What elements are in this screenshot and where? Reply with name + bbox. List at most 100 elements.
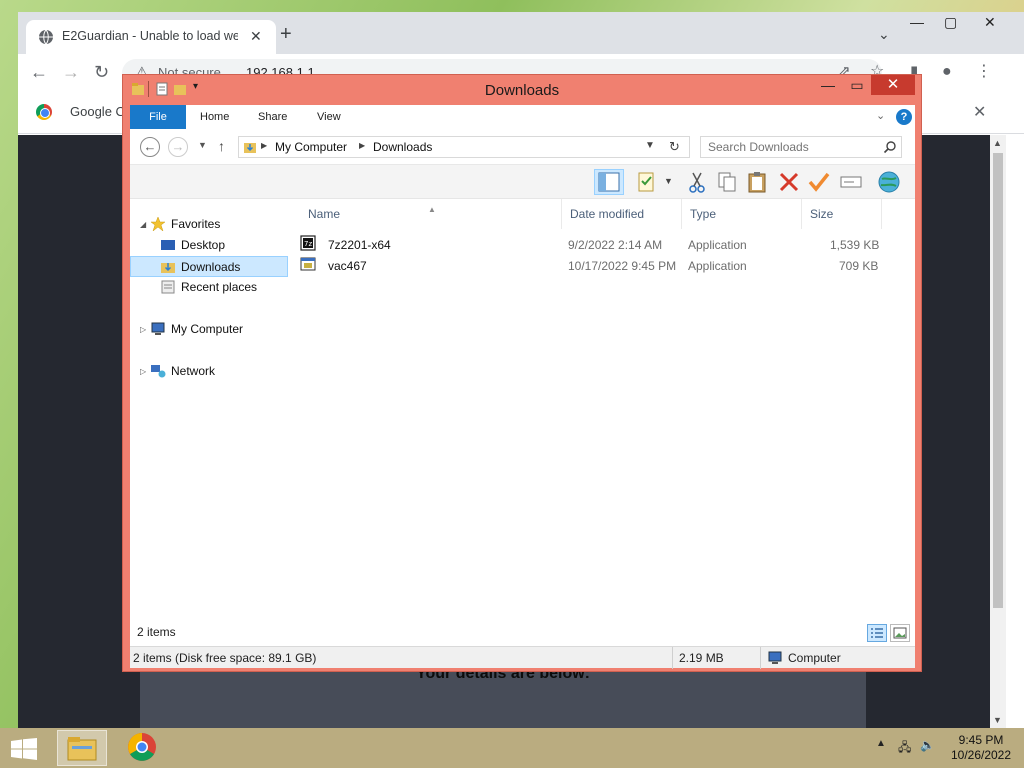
close-tab-icon[interactable]: ✕ xyxy=(250,28,262,45)
volume-icon[interactable]: 🔈 xyxy=(920,738,935,752)
maximize-icon[interactable]: ▢ xyxy=(944,14,957,31)
taskbar-file-explorer[interactable] xyxy=(57,730,107,766)
nav-downloads[interactable]: Downloads xyxy=(130,256,288,277)
nav-network[interactable]: ▷ Network xyxy=(130,361,288,382)
window-title: Downloads xyxy=(484,82,560,99)
chevron-down-icon[interactable]: ⌄ xyxy=(878,26,890,43)
breadcrumb-downloads[interactable]: Downloads xyxy=(373,140,432,154)
close-window-icon[interactable]: ✕ xyxy=(984,14,996,31)
network-tray-icon[interactable]: 🖧 xyxy=(898,738,911,759)
explorer-window: ▾ Downloads — ▭ ✕ File Home Share View ⌄… xyxy=(122,74,922,672)
copy-button[interactable] xyxy=(714,169,740,195)
up-icon[interactable]: ↑ xyxy=(218,138,225,154)
breadcrumb-my-computer[interactable]: My Computer xyxy=(275,140,347,154)
globe-button[interactable] xyxy=(876,169,902,195)
tab-home[interactable]: Home xyxy=(200,105,229,129)
windows-start-icon[interactable] xyxy=(10,738,38,760)
chrome-tab-title: E2Guardian - Unable to load web xyxy=(62,29,238,43)
chevron-down-icon[interactable]: ⌄ xyxy=(876,109,885,122)
nav-favorites[interactable]: ◢ Favorites xyxy=(130,214,288,235)
nav-recent-places[interactable]: Recent places xyxy=(130,277,288,298)
maximize-icon[interactable]: ▭ xyxy=(843,77,871,97)
status-bar: 2 items (Disk free space: 89.1 GB) 2.19 … xyxy=(130,646,915,669)
ribbon-tabs: File Home Share View ⌄ ? xyxy=(130,105,915,129)
bookmark-item[interactable]: Google C xyxy=(70,104,125,119)
refresh-icon[interactable]: ↻ xyxy=(669,139,680,155)
chrome-tab[interactable]: E2Guardian - Unable to load web ✕ xyxy=(26,20,276,54)
details-view-button[interactable] xyxy=(867,624,887,642)
address-row: ← → ▼ ↑ ▶ My Computer ▶ Downloads ▼ ↻ xyxy=(130,129,915,165)
column-label: Size xyxy=(810,207,834,221)
cut-button[interactable] xyxy=(684,169,710,195)
back-icon[interactable]: ← xyxy=(140,137,160,157)
column-size[interactable]: Size xyxy=(802,199,882,229)
scroll-thumb[interactable] xyxy=(993,153,1003,608)
nav-my-computer[interactable]: ▷ My Computer xyxy=(130,319,288,340)
column-label: Date modified xyxy=(570,207,645,221)
clock-time: 9:45 PM xyxy=(958,733,1004,747)
clipboard-icon xyxy=(748,172,766,193)
minimize-icon[interactable]: — xyxy=(910,14,924,30)
scissors-icon xyxy=(689,172,705,193)
page-scrollbar[interactable]: ▲ ▼ xyxy=(990,135,1006,728)
file-type: Application xyxy=(688,238,747,252)
delete-icon xyxy=(779,172,799,192)
rename-icon xyxy=(840,176,862,188)
computer-icon xyxy=(768,651,782,664)
search-input[interactable] xyxy=(701,137,881,157)
chevron-down-icon[interactable]: ▼ xyxy=(645,140,655,151)
paste-button[interactable] xyxy=(744,169,770,195)
file-date: 10/17/2022 9:45 PM xyxy=(568,259,677,273)
tab-share[interactable]: Share xyxy=(258,105,287,129)
column-label: Type xyxy=(690,207,717,221)
collapsed-arrow-icon[interactable]: ▷ xyxy=(140,361,146,382)
layout-pane-icon xyxy=(598,172,620,192)
reload-icon[interactable]: ↻ xyxy=(94,62,109,82)
search-box[interactable] xyxy=(700,136,902,158)
close-window-icon[interactable]: ✕ xyxy=(871,75,915,95)
minimize-icon[interactable]: — xyxy=(813,77,843,97)
preview-pane-button[interactable] xyxy=(594,169,624,195)
network-icon xyxy=(151,365,166,378)
taskbar-chrome[interactable] xyxy=(118,730,168,766)
file-date: 9/2/2022 2:14 AM xyxy=(568,238,663,252)
check-button[interactable] xyxy=(806,169,832,195)
new-tab-button[interactable]: + xyxy=(280,24,292,44)
rename-button[interactable] xyxy=(838,169,864,195)
chevron-down-icon[interactable]: ▼ xyxy=(664,176,673,186)
nav-desktop[interactable]: Desktop xyxy=(130,235,288,256)
forward-icon[interactable]: → xyxy=(62,62,80,82)
explorer-title-bar[interactable]: ▾ Downloads — ▭ ✕ xyxy=(123,75,921,105)
column-type[interactable]: Type xyxy=(682,199,802,229)
collapsed-arrow-icon[interactable]: ▷ xyxy=(140,319,146,340)
7zip-installer-icon: 7z xyxy=(300,235,316,251)
forward-icon[interactable]: → xyxy=(168,137,188,157)
scroll-up-icon[interactable]: ▲ xyxy=(993,138,1002,148)
file-row[interactable]: 7z 7z2201-x64 9/2/2022 2:14 AM Applicati… xyxy=(300,235,915,256)
delete-button[interactable] xyxy=(776,169,802,195)
show-hidden-icons-icon[interactable]: ▲ xyxy=(876,738,886,749)
large-icons-view-button[interactable] xyxy=(890,624,910,642)
column-date-modified[interactable]: Date modified xyxy=(562,199,682,229)
address-bar[interactable]: ▶ My Computer ▶ Downloads ▼ ↻ xyxy=(238,136,690,158)
help-icon[interactable]: ? xyxy=(896,109,912,125)
scroll-down-icon[interactable]: ▼ xyxy=(993,715,1002,725)
tab-file[interactable]: File xyxy=(130,105,186,129)
breadcrumb-separator-icon[interactable]: ▶ xyxy=(359,141,365,150)
recent-places-icon xyxy=(161,280,175,294)
menu-icon[interactable]: ⋮ xyxy=(976,62,992,82)
properties-button[interactable] xyxy=(634,169,660,195)
close-icon[interactable]: ✕ xyxy=(973,102,986,122)
search-icon[interactable] xyxy=(883,140,897,154)
column-name[interactable]: Name ▲ xyxy=(300,199,562,229)
tab-view[interactable]: View xyxy=(317,105,341,129)
expanded-arrow-icon[interactable]: ◢ xyxy=(140,214,146,235)
back-icon[interactable]: ← xyxy=(30,62,48,82)
breadcrumb-separator-icon[interactable]: ▶ xyxy=(261,141,267,150)
recent-locations-icon[interactable]: ▼ xyxy=(198,140,207,150)
file-row[interactable]: vac467 10/17/2022 9:45 PM Application 70… xyxy=(300,256,915,277)
profile-icon[interactable]: ● xyxy=(942,62,952,82)
globe-icon xyxy=(39,29,53,45)
taskbar-clock[interactable]: 9:45 PM 10/26/2022 xyxy=(944,733,1018,763)
nav-label: Favorites xyxy=(171,217,221,231)
